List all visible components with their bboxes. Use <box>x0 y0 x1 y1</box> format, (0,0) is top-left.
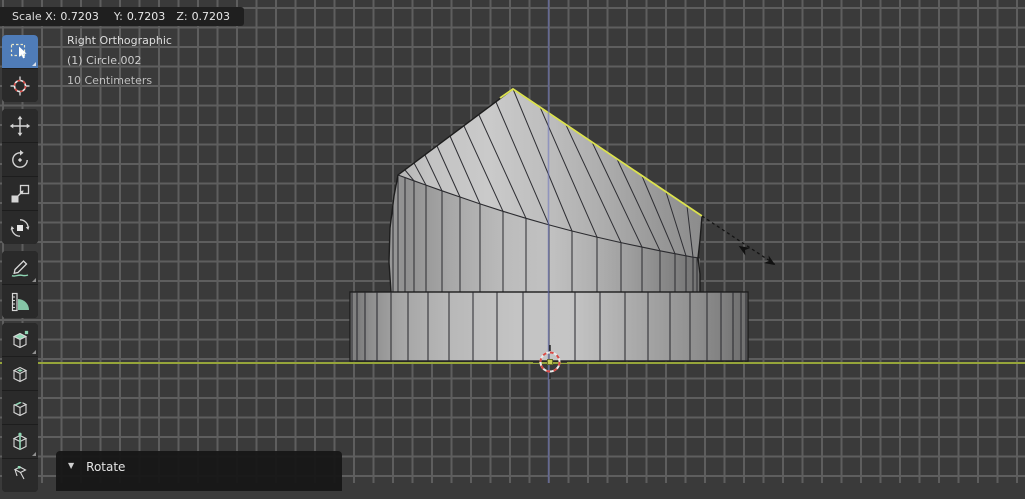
extrude-region-icon <box>12 329 29 348</box>
active-object-label: (1) Circle.002 <box>67 54 142 67</box>
mesh-dome[interactable] <box>388 88 703 293</box>
tool-select-box-button[interactable] <box>2 35 38 68</box>
tool-transform-button[interactable] <box>2 210 38 244</box>
scale-y-value: 0.7203 <box>126 10 166 23</box>
tool-bevel-button[interactable] <box>2 390 38 424</box>
tool-annotate-button[interactable] <box>2 251 38 284</box>
transform-status-bar: Scale X: 0.7203 Y: 0.7203 Z: 0.7203 <box>0 7 245 26</box>
tool-rotate-button[interactable] <box>2 142 38 176</box>
scale-z-value: 0.7203 <box>191 10 231 23</box>
select-box-icon <box>10 43 27 58</box>
tool-loop-cut-button[interactable] <box>2 424 38 458</box>
operator-panel-rotate[interactable]: ▼ Rotate <box>56 451 342 491</box>
scale-z-label: Z: <box>176 10 188 23</box>
inset-faces-icon <box>12 366 28 382</box>
operator-panel-label: Rotate <box>86 460 126 474</box>
transform-drag-indicator <box>701 215 777 266</box>
measure-icon <box>11 292 29 311</box>
grid-scale-label: 10 Centimeters <box>67 74 153 87</box>
loop-cut-icon <box>12 432 28 450</box>
scale-x-label: Scale X: <box>12 10 57 23</box>
tool-cursor-button[interactable] <box>2 68 38 102</box>
object-origin-point <box>547 359 553 365</box>
tool-measure-button[interactable] <box>2 284 38 318</box>
move-icon <box>9 115 31 136</box>
transform-icon <box>10 218 30 237</box>
viewport-overlay-text: Right Orthographic (1) Circle.002 10 Cen… <box>67 31 172 91</box>
collapse-arrow-icon[interactable]: ▼ <box>68 461 74 470</box>
cursor-icon <box>10 76 30 95</box>
tool-scale-button[interactable] <box>2 176 38 210</box>
knife-icon <box>13 465 27 479</box>
tool-knife-button[interactable] <box>2 458 38 492</box>
tool-extrude-region-button[interactable] <box>2 323 38 356</box>
scale-x-value: 0.7203 <box>60 10 99 23</box>
view-name-label: Right Orthographic <box>67 34 172 47</box>
rotate-icon <box>12 149 28 168</box>
bevel-icon <box>13 400 28 416</box>
tool-inset-faces-button[interactable] <box>2 356 38 390</box>
annotate-pencil-icon <box>11 259 29 277</box>
scale-y-label: Y: <box>113 10 123 23</box>
scale-icon <box>11 184 30 202</box>
drag-arrow-icon <box>763 255 776 266</box>
toolbar <box>2 35 38 499</box>
tool-move-button[interactable] <box>2 109 38 142</box>
